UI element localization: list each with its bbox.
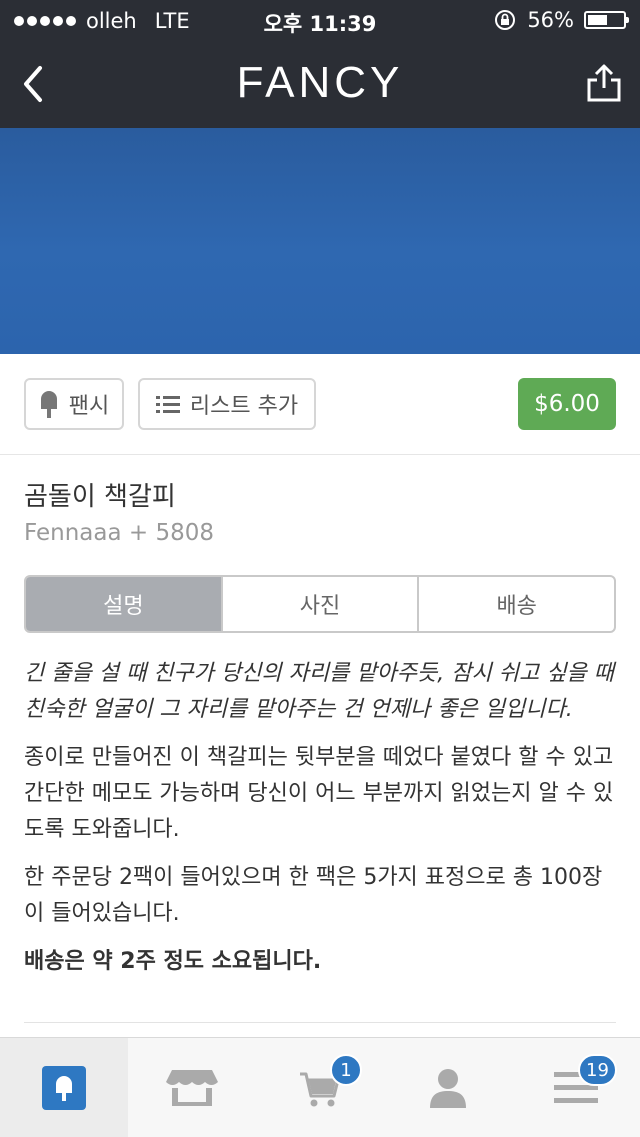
tab-photos[interactable]: 사진 [220,577,418,631]
share-button[interactable] [584,62,624,106]
tab-description[interactable]: 설명 [26,577,221,631]
app-title: FANCY [236,58,404,107]
tabbar-home[interactable] [0,1038,128,1137]
divider [24,1022,616,1023]
tab-bar: 1 19 [0,1037,640,1137]
fancy-logo-icon [42,1065,86,1110]
product-title: 곰돌이 책갈피 [24,482,176,512]
detail-tabs: 설명 사진 배송 [24,575,616,633]
nav-bar: FANCY [0,40,640,128]
fancy-label: 팬시 [68,394,110,419]
tabbar-menu[interactable]: 19 [512,1038,640,1137]
tabbar-shop[interactable] [128,1038,256,1137]
store-icon [166,1069,218,1106]
fancy-button[interactable]: 팬시 [24,378,124,430]
tabbar-cart[interactable]: 1 [256,1038,384,1137]
product-meta[interactable]: Fennaaa + 5808 [24,520,214,546]
description-intro: 긴 줄을 설 때 친구가 당신의 자리를 맡아주듯, 잠시 쉬고 싶을 때 친숙… [24,661,614,722]
description-package: 한 주문당 2팩이 들어있으며 한 팩은 5가지 표정으로 총 100장이 들어… [24,865,603,926]
popsicle-icon [40,391,57,418]
tabbar-profile[interactable] [384,1038,512,1137]
action-bar: 팬시 리스트 추가 $6.00 [0,354,640,455]
status-bar: olleh LTE 오후 11:39 56% [0,0,640,40]
description-shipping: 배송은 약 2주 정도 소요됩니다. [24,949,322,974]
tab-shipping[interactable]: 배송 [417,577,614,631]
cart-badge: 1 [330,1054,362,1086]
description: 긴 줄을 설 때 친구가 당신의 자리를 맡아주듯, 잠시 쉬고 싶을 때 친숙… [24,656,616,992]
price-button[interactable]: $6.00 [518,378,616,430]
user-icon [430,1068,466,1108]
add-to-list-button[interactable]: 리스트 추가 [138,378,316,430]
add-to-list-label: 리스트 추가 [189,394,299,419]
battery-percent: 56% [527,8,574,32]
status-right: 56% [493,8,629,32]
rotation-lock-icon [495,10,516,30]
product-image[interactable] [0,128,640,354]
description-body: 종이로 만들어진 이 책갈피는 뒷부분을 떼었다 붙였다 할 수 있고 간단한 … [24,745,614,842]
menu-badge: 19 [578,1054,617,1086]
list-icon [155,396,180,413]
battery-icon [584,11,629,29]
